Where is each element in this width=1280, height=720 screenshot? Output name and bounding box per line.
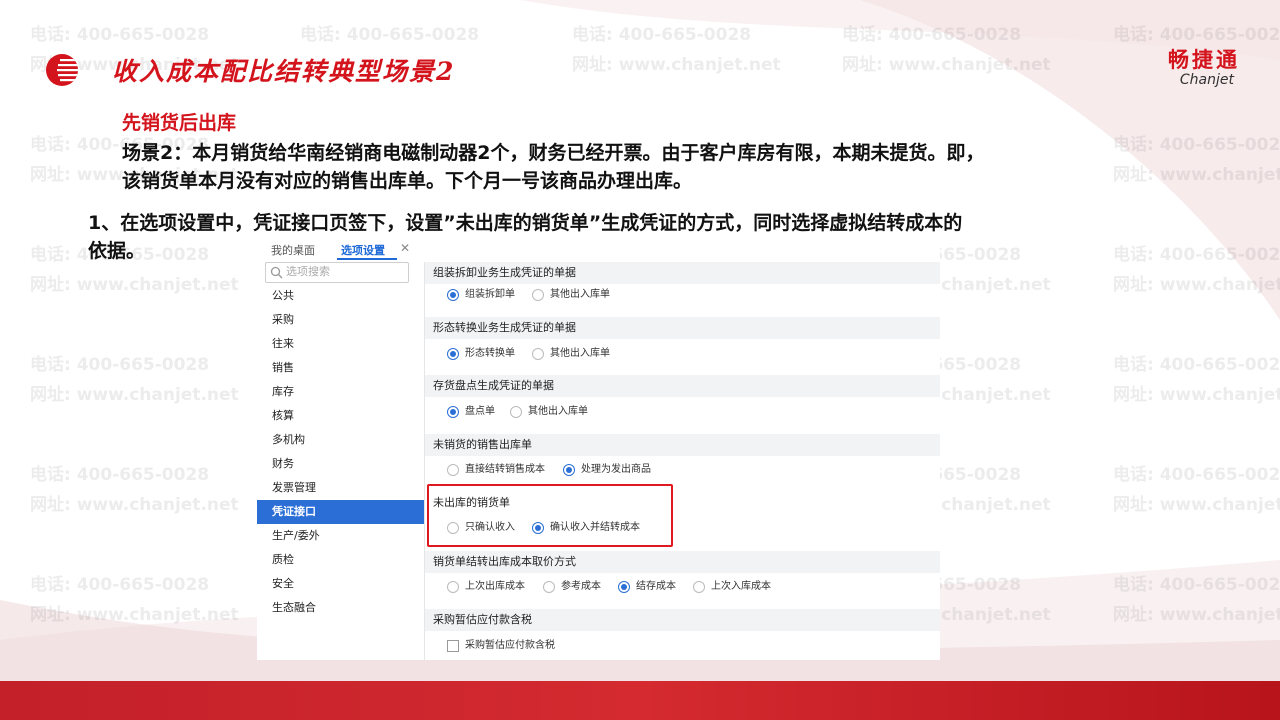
sidebar-item-label: 生态融合 <box>272 601 316 614</box>
sidebar-item-voucher-interface[interactable]: 凭证接口 <box>257 500 424 524</box>
sidebar-item-label: 质检 <box>272 553 294 566</box>
option-label: 盘点单 <box>465 406 495 417</box>
striped-circle-logo-icon <box>46 54 78 86</box>
sidebar-item-label: 核算 <box>272 409 294 422</box>
option-label: 其他出入库单 <box>550 348 610 359</box>
sidebar-item-label: 公共 <box>272 289 294 302</box>
sidebar-item-ecosystem[interactable]: 生态融合 <box>257 596 424 620</box>
checkbox[interactable] <box>447 640 459 652</box>
sidebar-item-invoice-management[interactable]: 发票管理 <box>257 476 424 500</box>
search-icon <box>270 266 283 279</box>
section-header: 未销货的销售出库单 <box>425 434 940 456</box>
sidebar-item-finance[interactable]: 财务 <box>257 452 424 476</box>
sidebar-item-security[interactable]: 安全 <box>257 572 424 596</box>
sidebar-item-sales[interactable]: 销售 <box>257 356 424 380</box>
section-header: 组装拆卸业务生成凭证的单据 <box>425 262 940 284</box>
radio-button[interactable] <box>447 581 459 593</box>
option-label: 形态转换单 <box>465 348 515 359</box>
sidebar-item-label: 凭证接口 <box>272 505 316 518</box>
sidebar-item-production-outsourcing[interactable]: 生产/委外 <box>257 524 424 548</box>
radio-button-checked[interactable] <box>447 406 459 418</box>
section-header: 存货盘点生成凭证的单据 <box>425 375 940 397</box>
sidebar-item-public[interactable]: 公共 <box>257 284 424 308</box>
option-label: 结存成本 <box>636 581 676 592</box>
option-label: 处理为发出商品 <box>581 464 651 475</box>
option-search-input[interactable] <box>286 264 404 279</box>
sidebar-item-label: 多机构 <box>272 433 305 446</box>
sidebar-item-label: 安全 <box>272 577 294 590</box>
sidebar-item-label: 发票管理 <box>272 481 316 494</box>
sidebar-item-label: 往来 <box>272 337 294 350</box>
sidebar-item-costing[interactable]: 核算 <box>257 404 424 428</box>
radio-button[interactable] <box>532 348 544 360</box>
section-title: 销货单结转出库成本取价方式 <box>433 555 576 568</box>
option-label: 参考成本 <box>561 581 601 592</box>
section-title: 形态转换业务生成凭证的单据 <box>433 321 576 334</box>
option-label: 采购暂估应付款含税 <box>465 640 555 651</box>
option-search-box <box>265 262 409 283</box>
sidebar-item-multi-org[interactable]: 多机构 <box>257 428 424 452</box>
sidebar-item-label: 生产/委外 <box>272 529 320 542</box>
radio-button[interactable] <box>543 581 555 593</box>
sidebar-item-inventory[interactable]: 库存 <box>257 380 424 404</box>
section-title: 采购暂估应付款含税 <box>433 613 532 626</box>
options-settings-window: 我的桌面 选项设置 ✕ 公共 采购 往来 销售 库存 核算 多机构 财务 发票管… <box>257 240 940 660</box>
tab-my-desktop[interactable]: 我的桌面 <box>271 242 315 258</box>
option-label: 直接结转销售成本 <box>465 464 545 475</box>
radio-button[interactable] <box>447 464 459 476</box>
radio-button-checked[interactable] <box>618 581 630 593</box>
section-header: 销货单结转出库成本取价方式 <box>425 551 940 573</box>
option-label: 其他出入库单 <box>550 289 610 300</box>
deck-title: 收入成本配比结转典型场景2 <box>112 57 456 86</box>
tab-bar: 我的桌面 选项设置 ✕ <box>257 240 940 262</box>
tab-options-settings[interactable]: 选项设置 <box>341 242 385 258</box>
radio-button[interactable] <box>532 289 544 301</box>
scenario-line-2: 该销货单本月没有对应的销售出库单。下个月一号该商品办理出库。 <box>122 170 693 192</box>
brand-logo: 畅捷通 Chanjet <box>1168 44 1240 88</box>
scenario-text: 场景2：本月销货给华南经销商电磁制动器2个，财务已经开票。由于客户库房有限，本期… <box>122 139 1222 195</box>
radio-button-checked[interactable] <box>447 348 459 360</box>
brand-name-en: Chanjet <box>1179 72 1234 88</box>
scenario-line-1: 场景2：本月销货给华南经销商电磁制动器2个，财务已经开票。由于客户库房有限，本期… <box>122 142 985 164</box>
section-header: 采购暂估应付款含税 <box>425 609 940 631</box>
section-title: 组装拆卸业务生成凭证的单据 <box>433 266 576 279</box>
sidebar-item-purchase[interactable]: 采购 <box>257 308 424 332</box>
active-tab-indicator <box>337 258 397 260</box>
option-label: 组装拆卸单 <box>465 289 515 300</box>
section-title: 未销货的销售出库单 <box>433 438 532 451</box>
section-title: 存货盘点生成凭证的单据 <box>433 379 554 392</box>
radio-button[interactable] <box>510 406 522 418</box>
section-header: 形态转换业务生成凭证的单据 <box>425 317 940 339</box>
section-subtitle: 先销货后出库 <box>122 112 237 134</box>
brand-name-cn: 畅捷通 <box>1168 48 1240 72</box>
radio-button-checked[interactable] <box>563 464 575 476</box>
sidebar-item-label: 采购 <box>272 313 294 326</box>
close-icon[interactable]: ✕ <box>400 241 410 255</box>
sidebar-item-accounts[interactable]: 往来 <box>257 332 424 356</box>
radio-button[interactable] <box>693 581 705 593</box>
step-line-1: 1、在选项设置中，凭证接口页签下，设置”未出库的销货单”生成凭证的方式，同时选择… <box>88 212 963 234</box>
highlight-box <box>427 484 673 547</box>
sidebar-item-label: 销售 <box>272 361 294 374</box>
sidebar-item-quality-inspection[interactable]: 质检 <box>257 548 424 572</box>
footer-band <box>0 681 1280 720</box>
sidebar-item-label: 财务 <box>272 457 294 470</box>
option-label: 上次出库成本 <box>465 581 525 592</box>
sidebar-item-label: 库存 <box>272 385 294 398</box>
voucher-interface-options: 组装拆卸业务生成凭证的单据 组装拆卸单 其他出入库单 形态转换业务生成凭证的单据… <box>425 262 940 660</box>
options-sidebar: 公共 采购 往来 销售 库存 核算 多机构 财务 发票管理 凭证接口 生产/委外… <box>257 262 425 660</box>
radio-button-checked[interactable] <box>447 289 459 301</box>
option-label: 其他出入库单 <box>528 406 588 417</box>
option-label: 上次入库成本 <box>711 581 771 592</box>
